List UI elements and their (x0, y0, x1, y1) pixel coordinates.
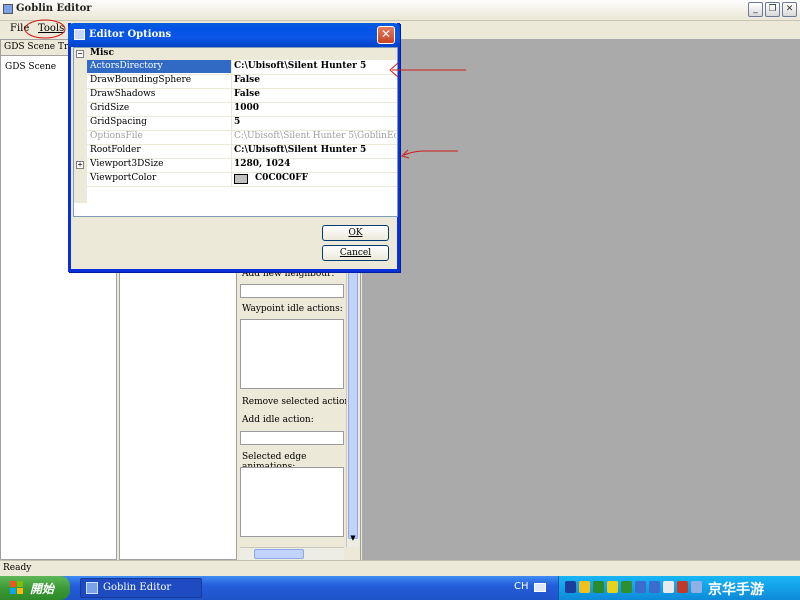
column-divider (231, 116, 232, 130)
edge-animations-list[interactable] (240, 467, 344, 537)
watermark: 京华手游 (708, 582, 764, 598)
ok-button[interactable]: OK (322, 225, 389, 241)
scroll-down-arrow-icon[interactable]: ▼ (348, 534, 358, 545)
property-value[interactable]: 1280, 1024 (234, 159, 396, 169)
property-grid[interactable]: − Misc ActorsDirectory C:\Ubisoft\Silent… (73, 47, 398, 217)
taskbar: 開始 Goblin Editor CH 京华手游 (0, 576, 800, 600)
status-bar: Ready (0, 560, 800, 577)
column-divider (231, 60, 232, 74)
column-divider (231, 74, 232, 88)
add-neighbour-input[interactable] (240, 284, 344, 298)
taskbar-item-goblin-editor[interactable]: Goblin Editor (80, 578, 202, 598)
collapse-icon[interactable]: − (76, 50, 84, 58)
tray-icon[interactable] (691, 581, 702, 593)
add-idle-input[interactable] (240, 431, 344, 445)
category-label: Misc (90, 48, 114, 58)
add-idle-label: Add idle action: (242, 415, 314, 425)
property-row-drawshadows[interactable]: DrawShadows False (87, 88, 397, 103)
cancel-label: Cancel (339, 248, 372, 258)
property-name: ActorsDirectory (90, 61, 163, 71)
property-value[interactable]: False (234, 75, 396, 85)
close-button[interactable]: ✕ (782, 2, 797, 17)
dialog-close-button[interactable]: ✕ (377, 26, 395, 44)
tray-icon[interactable] (677, 581, 688, 593)
property-row-drawboundingsphere[interactable]: DrawBoundingSphere False (87, 74, 397, 89)
column-divider (231, 88, 232, 102)
dialog-titlebar[interactable]: Editor Options ✕ (68, 23, 400, 47)
status-text: Ready (3, 563, 32, 573)
tray-icon[interactable] (663, 581, 674, 593)
property-name: RootFolder (90, 145, 141, 155)
language-indicator[interactable]: CH (514, 581, 529, 592)
maximize-button[interactable]: ❐ (765, 2, 780, 17)
property-value[interactable]: C:\Ubisoft\Silent Hunter 5 (234, 145, 396, 155)
property-value[interactable]: 1000 (234, 103, 396, 113)
column-divider (231, 130, 232, 144)
menu-file[interactable]: File (10, 23, 29, 34)
windows-flag-icon (10, 581, 23, 594)
app-icon (3, 4, 13, 14)
start-button[interactable]: 開始 (0, 576, 70, 600)
tray-icon[interactable] (635, 581, 646, 593)
cancel-button[interactable]: Cancel (322, 245, 389, 261)
property-row-actorsdirectory[interactable]: ActorsDirectory C:\Ubisoft\Silent Hunter… (87, 60, 397, 75)
dialog-app-icon (74, 29, 85, 40)
grid-gutter (74, 60, 87, 203)
keyboard-icon[interactable] (534, 583, 546, 592)
window-title: Goblin Editor (16, 3, 92, 14)
column-divider (231, 158, 232, 172)
property-name: DrawShadows (90, 89, 156, 99)
viewport-area[interactable] (362, 39, 800, 560)
property-name: GridSpacing (90, 117, 147, 127)
property-row-optionsfile[interactable]: OptionsFile C:\Ubisoft\Silent Hunter 5\G… (87, 130, 397, 145)
property-row-viewportcolor[interactable]: ViewportColor C0C0C0FF (87, 172, 397, 187)
property-value[interactable]: False (234, 89, 396, 99)
tray-icon[interactable] (593, 581, 604, 593)
tray-icon[interactable] (621, 581, 632, 593)
editor-options-dialog: Editor Options ✕ − Misc ActorsDirectory … (68, 23, 400, 272)
column-divider (231, 144, 232, 158)
tray-icon[interactable] (649, 581, 660, 593)
minimize-button[interactable]: _ (748, 2, 763, 17)
remove-action-label: Remove selected action: (242, 397, 354, 407)
column-divider (231, 102, 232, 116)
property-name: Viewport3DSize (90, 159, 164, 169)
property-name: ViewportColor (90, 173, 157, 183)
property-row-rootfolder[interactable]: RootFolder C:\Ubisoft\Silent Hunter 5 (87, 144, 397, 159)
menu-tools[interactable]: Tools (38, 23, 64, 34)
horizontal-scroll-thumb[interactable] (254, 549, 304, 559)
color-swatch (234, 174, 248, 184)
tray-icon[interactable] (579, 581, 590, 593)
dialog-title: Editor Options (89, 29, 172, 40)
property-name: GridSize (90, 103, 130, 113)
ok-label: OK (348, 228, 363, 238)
property-row-gridsize[interactable]: GridSize 1000 (87, 102, 397, 117)
taskbar-item-label: Goblin Editor (103, 582, 172, 593)
app-icon (86, 582, 98, 594)
tray-icon[interactable] (565, 581, 576, 593)
category-row-misc[interactable]: − Misc (74, 48, 397, 60)
property-value[interactable]: 5 (234, 117, 396, 127)
property-row-viewport3dsize[interactable]: + Viewport3DSize 1280, 1024 (76, 158, 397, 173)
main-titlebar: Goblin Editor _ ❐ ✕ (0, 0, 800, 21)
scene-tree-root-node[interactable]: GDS Scene (5, 62, 56, 72)
property-row-gridspacing[interactable]: GridSpacing 5 (87, 116, 397, 131)
vertical-scroll-thumb[interactable] (348, 239, 358, 539)
tray-icon[interactable] (607, 581, 618, 593)
column-divider (231, 172, 232, 186)
property-value[interactable]: C0C0C0FF (255, 173, 417, 183)
expand-icon[interactable]: + (76, 161, 84, 169)
property-name: DrawBoundingSphere (90, 75, 192, 85)
property-value: C:\Ubisoft\Silent Hunter 5\GoblinEditor.… (234, 131, 396, 141)
horizontal-scrollbar[interactable] (240, 547, 344, 560)
start-label: 開始 (30, 582, 55, 596)
waypoint-idle-label: Waypoint idle actions: (242, 304, 343, 314)
waypoint-idle-list[interactable] (240, 319, 344, 389)
property-name: OptionsFile (90, 131, 143, 141)
property-value[interactable]: C:\Ubisoft\Silent Hunter 5 (234, 61, 396, 71)
